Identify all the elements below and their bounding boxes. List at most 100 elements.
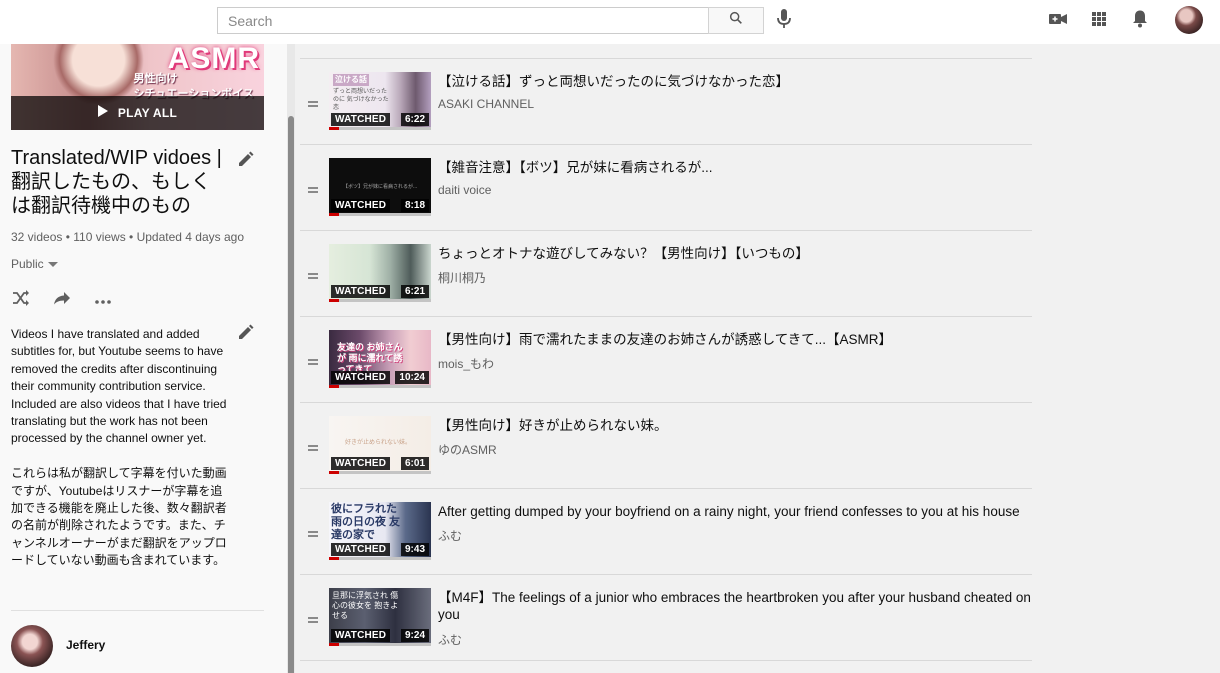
user-avatar[interactable]: [1175, 6, 1203, 34]
watched-badge: WATCHED: [331, 113, 391, 126]
voice-search-button[interactable]: [774, 8, 794, 35]
watched-badge: WATCHED: [331, 371, 391, 384]
notifications-button[interactable]: [1128, 9, 1152, 33]
thumbnail-art: [51, 44, 146, 104]
playlist-video-row[interactable]: WATCHED 6:21 ちょっとオトナな遊びしてみない？【男性向け】【いつもの…: [300, 230, 1032, 316]
duration-badge: 6:21: [400, 285, 429, 298]
owner-name[interactable]: Jeffery: [66, 638, 105, 652]
duration-badge: 9:43: [400, 543, 429, 556]
mic-icon: [776, 8, 792, 35]
playlist-video-row[interactable]: 泣ける話 ずっと両想いだったのに 気づけなかった恋 WATCHED 6:22 【…: [300, 58, 1032, 144]
masthead: [0, 0, 1220, 44]
thumbnail-text: 好きが止められない妹。: [345, 440, 412, 446]
video-channel[interactable]: ゆのASMR: [438, 441, 497, 458]
sidebar-scrollbar[interactable]: [288, 116, 294, 673]
video-channel[interactable]: 桐川桐乃: [438, 269, 486, 286]
pencil-icon: [237, 150, 255, 173]
thumbnail-subtext: ずっと両想いだったのに 気づけなかった恋: [333, 89, 389, 111]
more-options-button[interactable]: [93, 290, 113, 310]
apps-grid-icon: [1091, 11, 1107, 32]
video-title[interactable]: 【男性向け】雨で濡れたままの友達のお姉さんが誘惑してきて...【ASMR】: [438, 331, 1032, 348]
duration-badge: 9:24: [400, 629, 429, 642]
drag-handle-icon[interactable]: [308, 187, 318, 193]
playlist-description: Videos I have translated and added subti…: [11, 327, 227, 568]
video-thumbnail[interactable]: 旦那に浮気され 傷心の彼女を 抱きよせる WATCHED 9:24: [329, 588, 431, 646]
thumbnail-text: 彼にフラれた 雨の日の夜 友達の家で: [331, 503, 401, 541]
duration-badge: 8:18: [400, 199, 429, 212]
playlist-actions: [11, 289, 134, 310]
search-icon: [728, 10, 744, 31]
search-box[interactable]: [217, 7, 709, 34]
video-channel[interactable]: ASAKI CHANNEL: [438, 97, 534, 111]
video-channel[interactable]: mois_もわ: [438, 355, 494, 372]
drag-handle-icon[interactable]: [308, 445, 318, 451]
video-camera-icon: [1048, 11, 1068, 32]
drag-handle-icon[interactable]: [308, 617, 318, 623]
video-channel[interactable]: daiti voice: [438, 183, 491, 197]
watch-progress-bar: [329, 385, 431, 388]
playlist-video-row[interactable]: 好きが止められない妹。 WATCHED 6:01 【男性向け】好きが止められない…: [300, 402, 1032, 488]
video-channel[interactable]: ふむ: [438, 527, 462, 544]
owner-avatar[interactable]: [11, 625, 53, 667]
edit-title-button[interactable]: [236, 151, 256, 171]
play-icon: [97, 104, 108, 122]
watch-progress-bar: [329, 299, 431, 302]
video-title[interactable]: 【雑音注意】【ボツ】兄が妹に看病されるが...: [438, 159, 1032, 176]
drag-handle-icon[interactable]: [308, 101, 318, 107]
watch-progress-bar: [329, 213, 431, 216]
video-thumbnail[interactable]: 友達の お姉さんが 雨に濡れて誘ってきて WATCHED 10:24: [329, 330, 431, 388]
video-title[interactable]: After getting dumped by your boyfriend o…: [438, 503, 1032, 520]
playlist-video-row[interactable]: 【ボツ】兄が妹に看病されるが... WATCHED 8:18 【雑音注意】【ボツ…: [300, 144, 1032, 230]
playlist-video-row[interactable]: 友達の お姉さんが 雨に濡れて誘ってきて WATCHED 10:24 【男性向け…: [300, 316, 1032, 402]
video-thumbnail[interactable]: 彼にフラれた 雨の日の夜 友達の家で WATCHED 9:43: [329, 502, 431, 560]
caret-down-icon: [47, 257, 58, 271]
shuffle-button[interactable]: [11, 289, 31, 310]
watch-progress-bar: [329, 127, 431, 130]
privacy-label: Public: [11, 257, 44, 271]
play-all-label: PLAY ALL: [117, 106, 178, 120]
playlist-thumbnail[interactable]: ASMR 男性向け シチュエーションボイス PLAY ALL: [11, 44, 264, 130]
watched-badge: WATCHED: [331, 543, 391, 556]
watch-progress-bar: [329, 643, 431, 646]
video-title[interactable]: 【男性向け】好きが止められない妹。: [438, 417, 1032, 434]
thumbnail-text: 旦那に浮気され 傷心の彼女を 抱きよせる: [332, 591, 399, 620]
apps-button[interactable]: [1087, 9, 1111, 33]
playlist-sidebar: ASMR 男性向け シチュエーションボイス PLAY ALL Translate…: [0, 44, 287, 673]
drag-handle-icon[interactable]: [308, 359, 318, 365]
video-title[interactable]: 【M4F】The feelings of a junior who embrac…: [438, 589, 1032, 623]
sidebar-divider: [11, 610, 264, 611]
drag-handle-icon[interactable]: [308, 273, 318, 279]
privacy-dropdown[interactable]: Public: [11, 257, 58, 271]
video-title[interactable]: ちょっとオトナな遊びしてみない？【男性向け】【いつもの】: [438, 245, 1032, 262]
more-horizontal-icon: [95, 291, 111, 309]
search-button[interactable]: [708, 7, 764, 34]
playlist-video-row[interactable]: 旦那に浮気され 傷心の彼女を 抱きよせる WATCHED 9:24 【M4F】T…: [300, 574, 1032, 660]
create-video-button[interactable]: [1046, 9, 1070, 33]
thumbnail-text: 【ボツ】兄が妹に看病されるが...: [343, 184, 418, 190]
edit-description-button[interactable]: [236, 324, 256, 344]
watch-progress-bar: [329, 557, 431, 560]
video-title[interactable]: 【泣ける話】ずっと両想いだったのに気づけなかった恋】: [438, 73, 1032, 90]
pencil-icon: [237, 323, 255, 346]
list-divider: [300, 660, 1032, 670]
play-all-button[interactable]: PLAY ALL: [11, 96, 264, 130]
watched-badge: WATCHED: [331, 285, 391, 298]
video-thumbnail[interactable]: WATCHED 6:21: [329, 244, 431, 302]
video-thumbnail[interactable]: 【ボツ】兄が妹に看病されるが... WATCHED 8:18: [329, 158, 431, 216]
watched-badge: WATCHED: [331, 199, 391, 212]
playlist-stats: 32 videos • 110 views • Updated 4 days a…: [11, 230, 244, 244]
drag-handle-icon[interactable]: [308, 531, 318, 537]
search-input[interactable]: [218, 8, 708, 33]
playlist-video-row[interactable]: 彼にフラれた 雨の日の夜 友達の家で WATCHED 9:43 After ge…: [300, 488, 1032, 574]
watch-progress-bar: [329, 471, 431, 474]
video-thumbnail[interactable]: 好きが止められない妹。 WATCHED 6:01: [329, 416, 431, 474]
thumbnail-text: 泣ける話: [333, 74, 369, 86]
share-button[interactable]: [52, 290, 72, 310]
duration-badge: 6:22: [400, 113, 429, 126]
video-thumbnail[interactable]: 泣ける話 ずっと両想いだったのに 気づけなかった恋 WATCHED 6:22: [329, 72, 431, 130]
duration-badge: 10:24: [395, 371, 429, 384]
watched-badge: WATCHED: [331, 629, 391, 642]
duration-badge: 6:01: [400, 457, 429, 470]
video-channel[interactable]: ふむ: [438, 631, 462, 648]
share-icon: [53, 291, 71, 310]
